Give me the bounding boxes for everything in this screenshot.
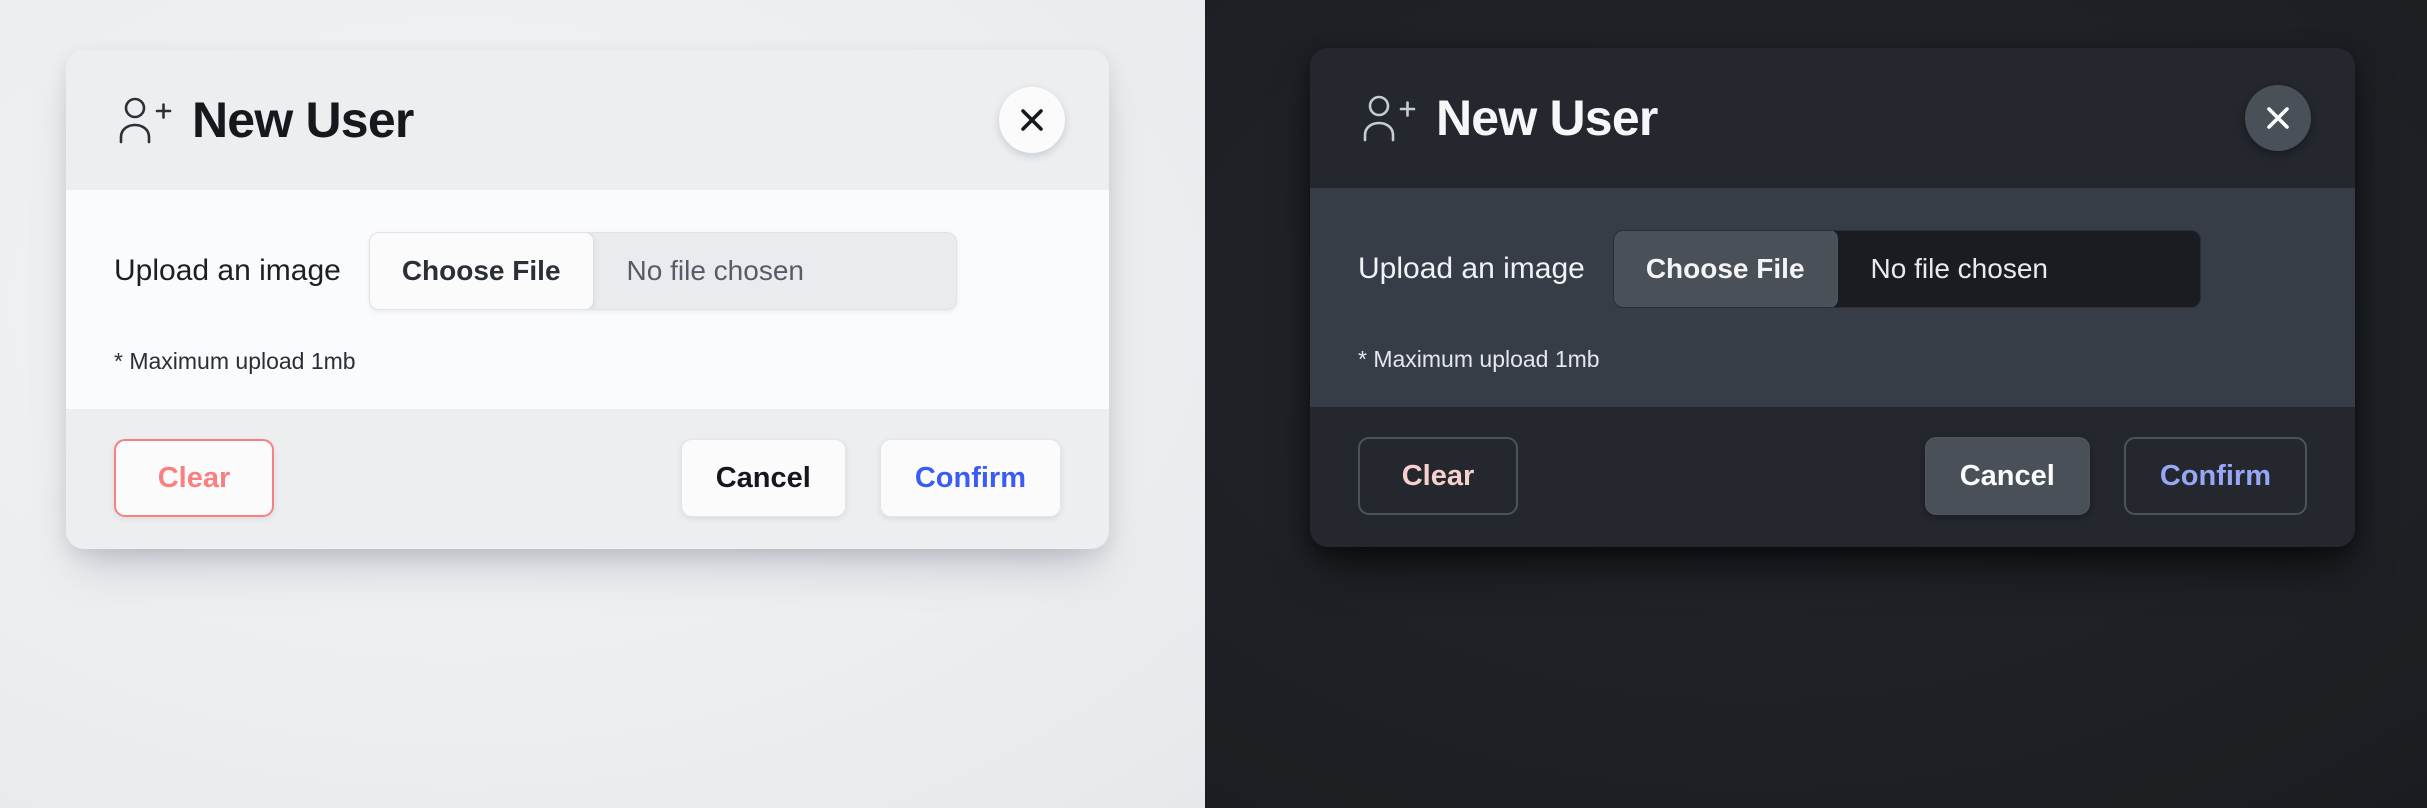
cancel-button[interactable]: Cancel bbox=[1924, 437, 2090, 515]
dialog-title: New User bbox=[1436, 90, 1658, 146]
close-icon bbox=[1019, 107, 1045, 133]
close-icon bbox=[2265, 105, 2291, 131]
confirm-button[interactable]: Confirm bbox=[2123, 437, 2307, 515]
file-input[interactable]: Choose File No file chosen bbox=[1612, 230, 2201, 308]
upload-hint: * Maximum upload 1mb bbox=[1358, 346, 1600, 372]
dialog-header: New User bbox=[66, 50, 1109, 190]
new-user-dialog-light: New User Upload an image Choose File No … bbox=[66, 50, 1109, 549]
new-user-dialog-dark: New User Upload an image Choose File No … bbox=[1310, 48, 2355, 547]
confirm-button[interactable]: Confirm bbox=[879, 439, 1061, 517]
choose-file-button[interactable]: Choose File bbox=[1613, 231, 1838, 307]
upload-hint: * Maximum upload 1mb bbox=[114, 348, 356, 374]
footer-actions: Cancel Confirm bbox=[1924, 437, 2307, 515]
user-plus-icon bbox=[114, 91, 172, 149]
light-theme-pane: New User Upload an image Choose File No … bbox=[0, 0, 1205, 808]
dialog-title: New User bbox=[192, 92, 414, 148]
clear-button[interactable]: Clear bbox=[114, 439, 274, 517]
file-input[interactable]: Choose File No file chosen bbox=[368, 232, 957, 310]
dialog-body: Upload an image Choose File No file chos… bbox=[1310, 188, 2355, 407]
dialog-header: New User bbox=[1310, 48, 2355, 188]
choose-file-button[interactable]: Choose File bbox=[369, 233, 594, 309]
dialog-body: Upload an image Choose File No file chos… bbox=[66, 190, 1109, 409]
file-status-text: No file chosen bbox=[1870, 253, 2048, 284]
dark-theme-pane: New User Upload an image Choose File No … bbox=[1205, 0, 2427, 808]
footer-actions: Cancel Confirm bbox=[680, 439, 1061, 517]
close-button[interactable] bbox=[999, 87, 1065, 153]
upload-label: Upload an image bbox=[114, 254, 341, 287]
clear-button[interactable]: Clear bbox=[1358, 437, 1518, 515]
user-plus-icon bbox=[1358, 89, 1416, 147]
dialog-footer: Clear Cancel Confirm bbox=[1310, 407, 2355, 547]
theme-comparison-stage: New User Upload an image Choose File No … bbox=[0, 0, 2427, 808]
cancel-button[interactable]: Cancel bbox=[680, 439, 846, 517]
upload-row: Upload an image Choose File No file chos… bbox=[114, 232, 1061, 310]
dialog-footer: Clear Cancel Confirm bbox=[66, 409, 1109, 549]
file-status-text: No file chosen bbox=[626, 255, 804, 286]
upload-label: Upload an image bbox=[1358, 252, 1585, 285]
upload-row: Upload an image Choose File No file chos… bbox=[1358, 230, 2307, 308]
close-button[interactable] bbox=[2245, 85, 2311, 151]
